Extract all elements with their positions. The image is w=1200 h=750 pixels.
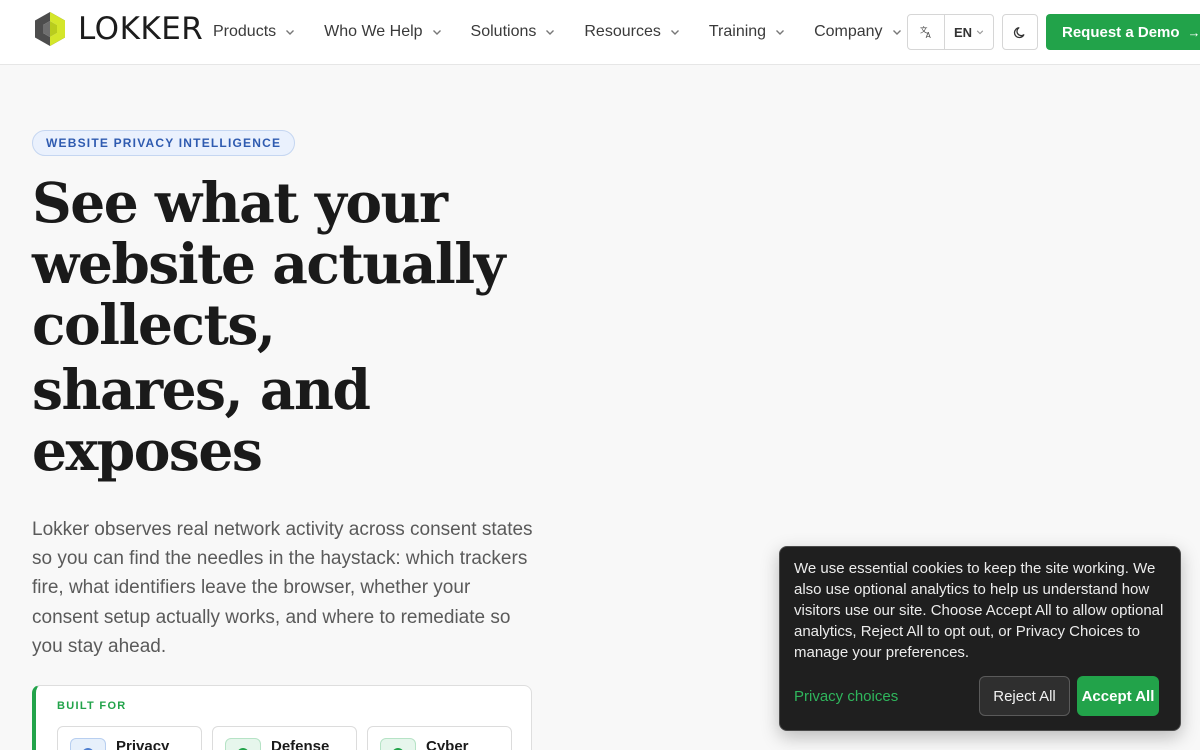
audience-chip-privacy[interactable]: Privacy [57, 726, 202, 750]
chevron-down-icon [545, 27, 555, 37]
hero-description: Lokker observes real network activity ac… [32, 519, 533, 657]
logo-text: LOKKER [78, 11, 204, 47]
arrow-right-icon: → [1187, 24, 1200, 40]
request-demo-label: Request a Demo [1062, 23, 1180, 41]
nav-label: Solutions [470, 23, 537, 40]
nav-company[interactable]: Company [814, 23, 901, 41]
built-for-card: BUILT FOR Privacy Defense Cyber [32, 685, 532, 750]
request-demo-button[interactable]: Request a Demo → [1046, 14, 1200, 50]
cookie-message: We use essential cookies to keep the sit… [794, 560, 1164, 661]
headline-line: website actually [32, 231, 506, 296]
headline-line: See what your [32, 170, 448, 235]
audience-chip-cyber[interactable]: Cyber [367, 726, 512, 750]
privacy-choices-link[interactable]: Privacy choices [794, 688, 898, 705]
translate-icon[interactable]: 文A [908, 15, 945, 49]
headline-line: collects, [32, 292, 276, 357]
nav-label: Who We Help [324, 23, 423, 40]
headline-line: exposes [32, 418, 263, 483]
nav-solutions[interactable]: Solutions [471, 23, 556, 41]
chevron-down-icon [976, 28, 984, 36]
site-header: LOKKER Products Who We Help Solutions Re… [0, 0, 1200, 65]
eyebrow-badge: WEBSITE PRIVACY INTELLIGENCE [32, 130, 296, 156]
built-for-label: BUILT FOR [57, 700, 127, 712]
accept-all-button[interactable]: Accept All [1077, 676, 1159, 716]
cookie-consent-banner: We use essential cookies to keep the sit… [779, 546, 1181, 731]
privacy-icon [70, 738, 106, 750]
nav-who-we-help[interactable]: Who We Help [324, 23, 441, 41]
chevron-down-icon [285, 27, 295, 37]
chevron-down-icon [892, 27, 902, 37]
main-nav: Products Who We Help Solutions Resources… [213, 0, 931, 64]
svg-text:A: A [925, 31, 931, 40]
defense-icon [225, 738, 261, 750]
nav-label: Training [708, 23, 767, 40]
logo[interactable]: LOKKER [32, 11, 203, 47]
moon-icon [1013, 26, 1024, 38]
nav-products[interactable]: Products [213, 23, 295, 41]
hero-headline: See what your website actually collects,… [32, 172, 552, 481]
lokker-logo-icon [35, 12, 65, 46]
chip-label: Defense [271, 738, 330, 750]
cyber-icon [380, 738, 416, 750]
theme-toggle-button[interactable] [1002, 14, 1038, 50]
chevron-down-icon [670, 27, 680, 37]
nav-label: Company [814, 23, 883, 40]
nav-training[interactable]: Training [709, 23, 785, 41]
audience-chip-defense[interactable]: Defense [212, 726, 357, 750]
nav-resources[interactable]: Resources [584, 23, 679, 41]
chevron-down-icon [775, 27, 785, 37]
chevron-down-icon [432, 27, 442, 37]
language-select[interactable]: EN [945, 15, 993, 49]
language-switcher: 文A EN [907, 14, 994, 50]
reject-all-button[interactable]: Reject All [979, 676, 1070, 716]
chip-label: Privacy [116, 738, 170, 750]
headline-line: shares, and [32, 357, 371, 422]
chip-label: Cyber [426, 738, 469, 750]
language-value: EN [953, 24, 973, 40]
nav-label: Resources [584, 23, 661, 40]
nav-label: Products [213, 23, 277, 40]
